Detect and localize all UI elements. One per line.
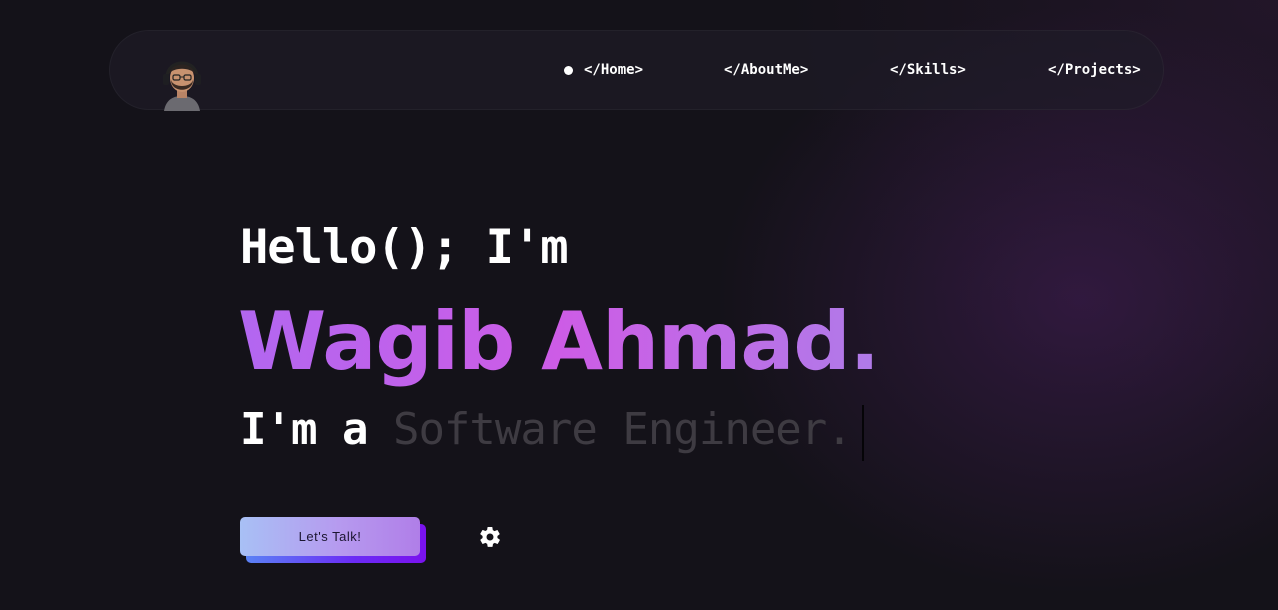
- nav-aboutme[interactable]: </AboutMe>: [724, 62, 808, 78]
- navbar: </Home> </AboutMe> </Skills> </Projects>: [109, 30, 1164, 111]
- name-heading: Wagib Ahmad.: [238, 295, 880, 388]
- typed-role-text: Software Engineer.: [392, 404, 853, 455]
- active-nav-indicator: [564, 66, 573, 75]
- role-prefix: I'm a: [240, 404, 393, 455]
- typing-cursor: [862, 405, 864, 461]
- greeting-heading: Hello(); I'm: [240, 220, 569, 275]
- role-line: I'm a Software Engineer.: [240, 404, 853, 455]
- nav-skills[interactable]: </Skills>: [890, 62, 966, 78]
- nav-projects[interactable]: </Projects>: [1048, 62, 1141, 78]
- lets-talk-button[interactable]: Let's Talk!: [240, 517, 420, 556]
- avatar[interactable]: [158, 53, 206, 111]
- nav-home[interactable]: </Home>: [584, 62, 643, 78]
- gear-icon[interactable]: [478, 525, 502, 549]
